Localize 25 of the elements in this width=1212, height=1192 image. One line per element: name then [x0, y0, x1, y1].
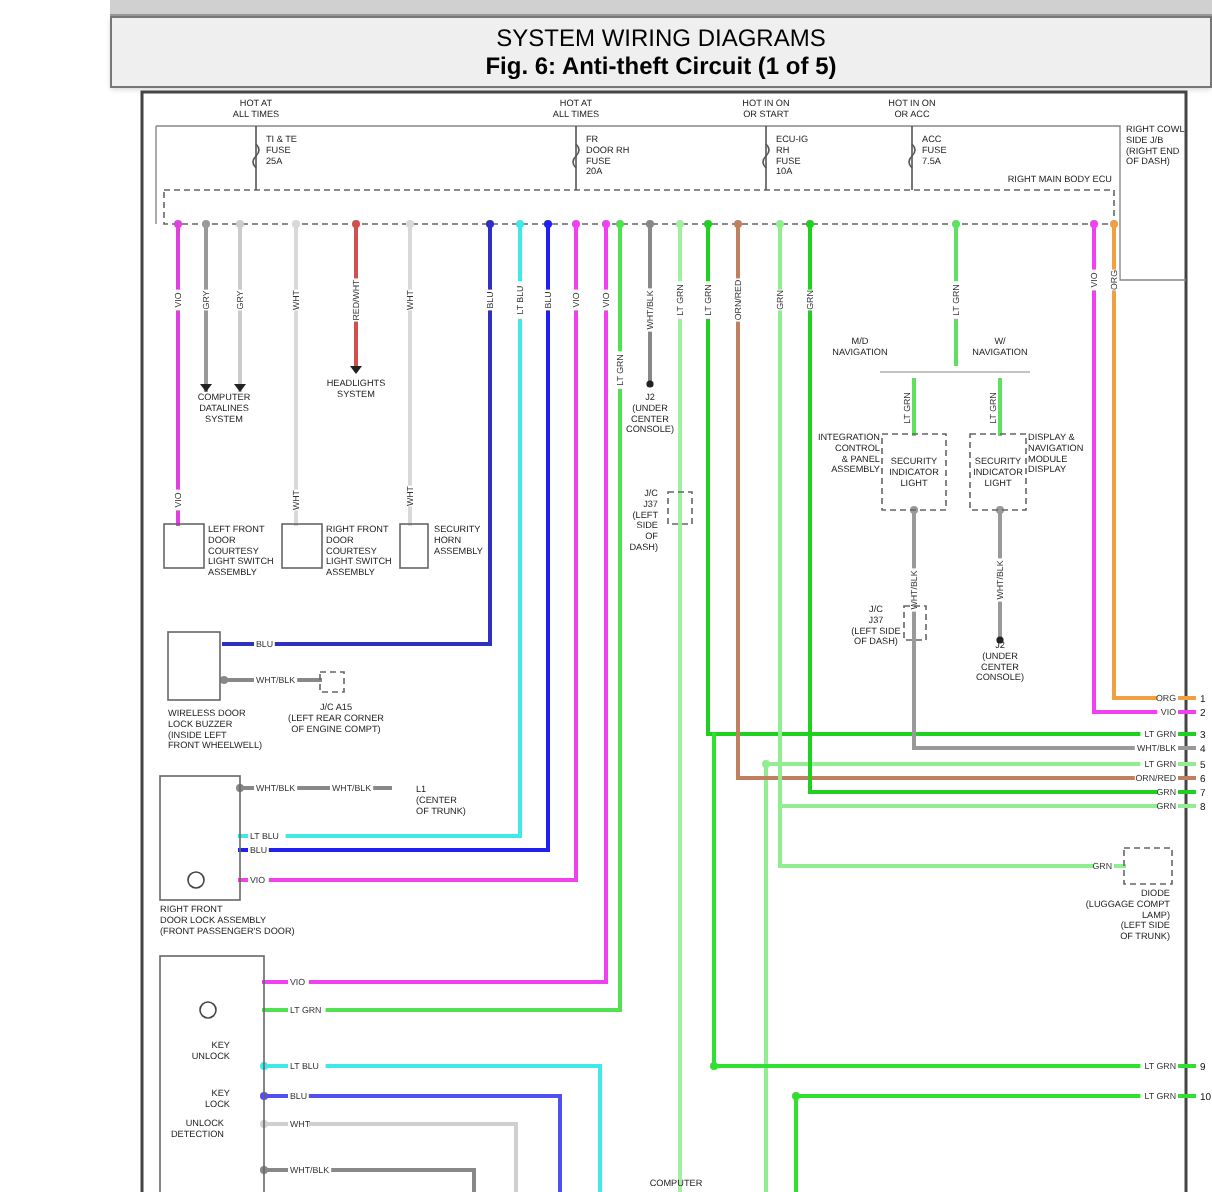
- fuse-icon: [572, 125, 580, 191]
- door-lock-drawing: [159, 775, 241, 901]
- wire: [998, 378, 1002, 436]
- page-title: SYSTEM WIRING DIAGRAMS: [496, 23, 826, 51]
- motor-icon: [187, 871, 205, 889]
- switch-drawing: [163, 523, 205, 569]
- ground-point: [996, 636, 1004, 644]
- wire: [912, 378, 916, 436]
- junction-connector: [319, 671, 345, 693]
- figure-title: Fig. 6: Anti-theft Circuit (1 of 5): [485, 51, 837, 81]
- arrow-icon: [350, 366, 362, 374]
- buzzer-drawing: [167, 631, 221, 701]
- arrow-icon: [234, 384, 246, 392]
- switch-drawing: [281, 523, 323, 569]
- arrow-icon: [200, 384, 212, 392]
- indicator-module: [881, 433, 947, 511]
- horn-drawing: [399, 523, 429, 569]
- fuse-icon: [252, 125, 260, 191]
- junction-connector: [667, 491, 693, 525]
- motor-icon: [199, 1001, 217, 1019]
- fuse-icon: [908, 125, 916, 191]
- diode-module: [1123, 847, 1173, 885]
- fuse-icon: [762, 125, 770, 191]
- indicator-module: [969, 433, 1027, 511]
- ground-point: [646, 380, 654, 388]
